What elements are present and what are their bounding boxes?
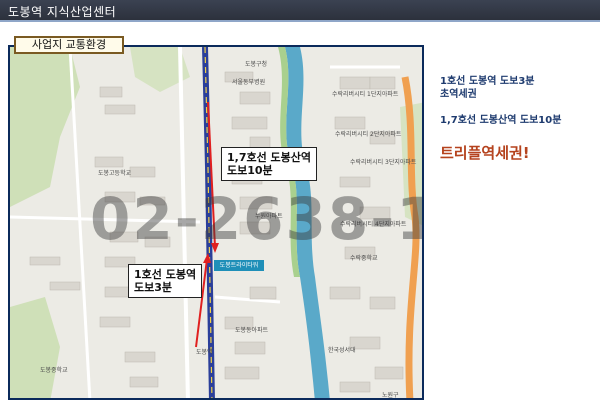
map-label: 한국성서대 <box>328 347 356 354</box>
map-label: 도봉역 <box>196 349 213 356</box>
map-frame: 서울동부병원 도봉구청 수락리버시티 1단지아파트 수락리버시티 2단지아파트 … <box>8 45 424 400</box>
callout-dobong-station: 1호선 도봉역 도보3분 <box>128 264 203 298</box>
callout-line: 도보3분 <box>134 281 173 294</box>
map-label: 도봉구청 <box>245 61 268 68</box>
info-station-area: 초역세권 <box>440 89 477 100</box>
page-title: 도봉역 지식산업센터 <box>8 5 117 19</box>
map-label: 수락리버시티 2단지아파트 <box>335 131 402 138</box>
map-label: 도봉중학교 <box>40 367 68 374</box>
header-bar: 도봉역 지식산업센터 <box>0 0 600 22</box>
info-panel: 1호선 도봉역 도보3분 초역세권 1,7호선 도봉산역 도보10분 트리플역세… <box>440 75 600 163</box>
site-marker: 도봉트라이타워 <box>214 260 264 271</box>
map-label: 노원구 <box>382 392 399 399</box>
map-label: 수락중학교 <box>350 255 378 262</box>
map-label: 서울동부병원 <box>232 79 266 86</box>
map-label: 수락리버시티 1단지아파트 <box>332 91 399 98</box>
section-tag: 사업지 교통환경 <box>14 36 124 54</box>
callout-line: 도보10분 <box>227 164 273 177</box>
phone-watermark: 02-2638-1104 <box>90 185 422 253</box>
info-headline: 트리플역세권! <box>440 144 530 162</box>
map-label: 수락리버시티 3단지아파트 <box>350 159 417 166</box>
info-dobongsan-walk: 1,7호선 도봉산역 도보10분 <box>440 115 562 126</box>
callout-dobongsan-station: 1,7호선 도봉산역 도보10분 <box>221 147 318 181</box>
map-label: 도봉고등학교 <box>98 170 132 177</box>
map-label: 도봉동아파트 <box>235 327 269 334</box>
info-dobong-walk: 1호선 도봉역 도보3분 <box>440 76 535 87</box>
callout-line: 1,7호선 도봉산역 <box>227 151 312 164</box>
callout-line: 1호선 도봉역 <box>134 268 197 281</box>
